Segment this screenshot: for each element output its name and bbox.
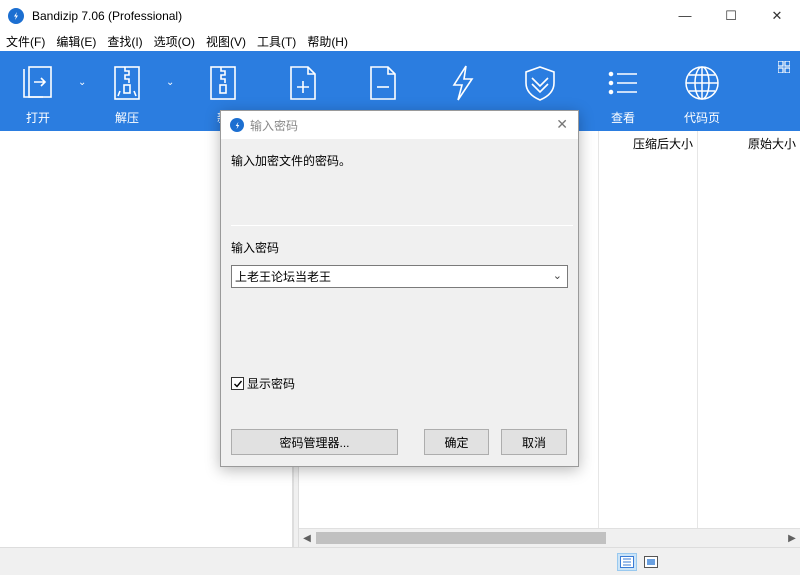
add-file-icon: [283, 63, 323, 103]
open-dropdown-chevron-icon[interactable]: ⌄: [78, 77, 86, 88]
thumbnail-view-icon: [644, 556, 658, 568]
extract-icon: [107, 63, 147, 103]
menu-bar: 文件(F) 编辑(E) 查找(I) 选项(O) 视图(V) 工具(T) 帮助(H…: [0, 31, 800, 51]
title-bar: Bandizip 7.06 (Professional) — ☐ ✕: [0, 0, 800, 31]
open-icon: [18, 63, 58, 103]
menu-help[interactable]: 帮助(H): [301, 33, 353, 50]
minimize-button[interactable]: —: [662, 0, 708, 31]
toolbar-extract-button[interactable]: 解压: [106, 51, 148, 131]
view-list-icon: [603, 63, 643, 103]
scroll-thumb[interactable]: [316, 532, 606, 544]
dialog-bandizip-logo-icon: [230, 118, 244, 132]
details-view-button[interactable]: [617, 553, 637, 571]
password-label: 输入密码: [231, 241, 280, 255]
scroll-right-arrow-icon[interactable]: ▶: [784, 529, 800, 547]
status-bar: [0, 547, 800, 575]
column-divider: [697, 131, 698, 528]
column-header-original-size[interactable]: 原始大小: [697, 131, 800, 155]
cancel-button[interactable]: 取消: [501, 429, 567, 455]
show-password-label: 显示密码: [247, 377, 296, 391]
show-password-checkbox[interactable]: 显示密码: [231, 375, 295, 392]
password-dialog: 输入密码 ✕ 输入加密文件的密码。 输入密码 上老王论坛当老王 ⌄ 显示密码 密…: [220, 110, 579, 467]
extract-dropdown-chevron-icon[interactable]: ⌄: [166, 77, 174, 88]
password-combobox[interactable]: 上老王论坛当老王 ⌄: [231, 265, 568, 288]
toolbar-open-button[interactable]: 打开: [17, 51, 59, 131]
toolbar-open-label: 打开: [25, 111, 50, 125]
chevron-down-icon[interactable]: ⌄: [553, 269, 562, 282]
dialog-separator: [231, 225, 573, 226]
globe-icon: [682, 63, 722, 103]
menu-tools[interactable]: 工具(T): [251, 33, 301, 50]
menu-edit[interactable]: 编辑(E): [50, 33, 101, 50]
shield-icon: [520, 63, 560, 103]
toolbar-view-label: 查看: [610, 111, 635, 125]
toolbar-extract-label: 解压: [114, 111, 139, 125]
horizontal-scrollbar[interactable]: ◀ ▶: [299, 528, 800, 547]
column-divider: [598, 131, 599, 528]
menu-find[interactable]: 查找(I): [101, 33, 147, 50]
column-header-compressed-size[interactable]: 压缩后大小: [598, 131, 697, 155]
maximize-button[interactable]: ☐: [708, 0, 754, 31]
checkbox-checked-icon[interactable]: [231, 377, 244, 390]
dialog-title: 输入密码: [250, 118, 299, 133]
toolbar-view-button[interactable]: 查看: [602, 51, 644, 131]
toolbar-codepage-button[interactable]: 代码页: [679, 51, 725, 131]
menu-file[interactable]: 文件(F): [0, 33, 50, 50]
menu-view[interactable]: 视图(V): [200, 33, 251, 50]
menu-options[interactable]: 选项(O): [148, 33, 200, 50]
dialog-close-icon[interactable]: ✕: [556, 116, 568, 133]
dialog-description: 输入加密文件的密码。: [231, 154, 352, 168]
bandizip-logo-icon: [8, 7, 24, 24]
window-title: Bandizip 7.06 (Professional): [32, 8, 183, 23]
thumbnail-view-button[interactable]: [641, 553, 661, 571]
test-icon: [443, 63, 483, 103]
dialog-title-bar: 输入密码 ✕: [221, 111, 578, 139]
close-button[interactable]: ✕: [754, 0, 800, 31]
password-manager-button[interactable]: 密码管理器...: [231, 429, 398, 455]
remove-file-icon: [363, 63, 403, 103]
layout-grid-icon[interactable]: [778, 61, 790, 73]
ok-button[interactable]: 确定: [424, 429, 489, 455]
password-value: 上老王论坛当老王: [235, 270, 332, 284]
scroll-left-arrow-icon[interactable]: ◀: [299, 529, 315, 547]
toolbar-codepage-label: 代码页: [683, 111, 720, 125]
details-view-icon: [620, 556, 634, 568]
new-archive-icon: [203, 63, 243, 103]
